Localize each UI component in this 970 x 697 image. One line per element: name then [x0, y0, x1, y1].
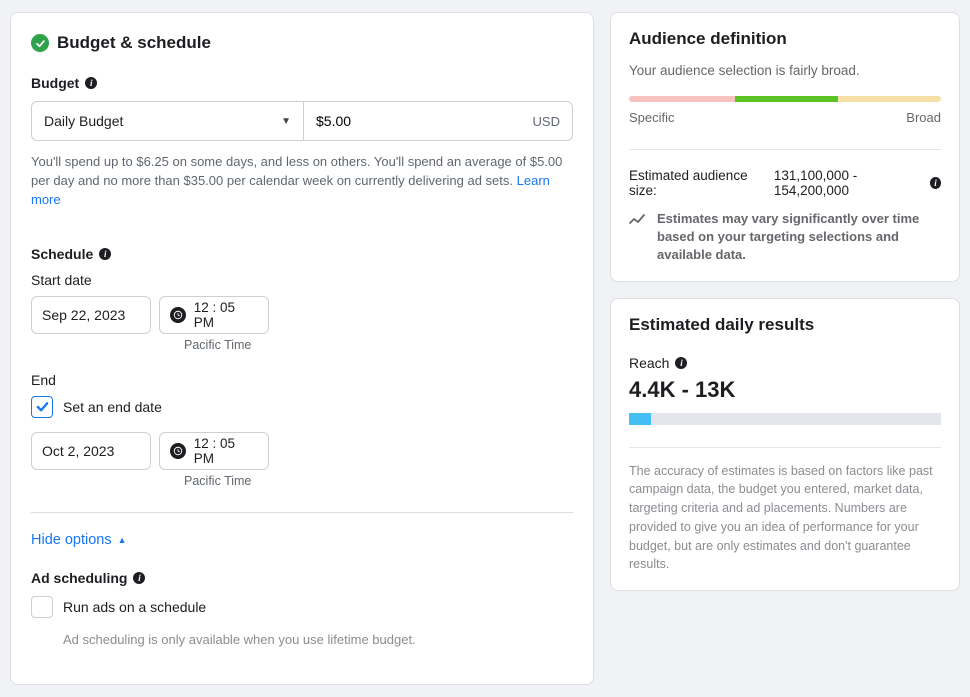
info-icon[interactable]: i: [930, 177, 941, 189]
audience-size-line: Estimated audience size: 131,100,000 - 1…: [629, 149, 941, 198]
set-end-date-row: Set an end date: [31, 396, 573, 418]
start-time-input[interactable]: 12 : 05 PM: [159, 296, 269, 334]
audience-range-bar: [629, 96, 941, 102]
budget-section: Budget i Daily Budget ▼ USD You'll spend…: [31, 75, 573, 210]
range-labels: Specific Broad: [629, 110, 941, 125]
clock-icon: [170, 443, 186, 459]
panel-header: Budget & schedule: [31, 33, 573, 53]
vary-note: Estimates may vary significantly over ti…: [629, 210, 941, 265]
clock-icon: [170, 307, 186, 323]
broad-label: Broad: [906, 110, 941, 125]
end-time-input[interactable]: 12 : 05 PM: [159, 432, 269, 470]
set-end-date-label: Set an end date: [63, 399, 162, 415]
schedule-label: Schedule i: [31, 246, 573, 262]
range-specific-segment: [629, 96, 735, 102]
start-date-row: Sep 22, 2023 12 : 05 PM: [31, 296, 573, 334]
currency-label: USD: [533, 114, 560, 129]
info-icon[interactable]: i: [675, 357, 687, 369]
range-broad-segment: [838, 96, 941, 102]
budget-amount-field[interactable]: [316, 113, 533, 129]
range-mid-segment: [735, 96, 838, 102]
run-schedule-row: Run ads on a schedule: [31, 596, 573, 618]
ad-scheduling-label: Ad scheduling i: [31, 570, 573, 586]
end-timezone: Pacific Time: [184, 474, 573, 488]
start-date-label: Start date: [31, 272, 573, 288]
panel-title: Budget & schedule: [57, 33, 211, 53]
end-label: End: [31, 372, 573, 388]
schedule-section: Schedule i Start date Sep 22, 2023 12 : …: [31, 246, 573, 488]
results-title: Estimated daily results: [629, 315, 941, 335]
check-circle-icon: [31, 34, 49, 52]
audience-definition-card: Audience definition Your audience select…: [610, 12, 960, 282]
trend-icon: [629, 212, 645, 265]
caret-down-icon: ▼: [281, 116, 291, 127]
run-schedule-label: Run ads on a schedule: [63, 599, 206, 615]
reach-value: 4.4K - 13K: [629, 377, 941, 403]
budget-helper-text: You'll spend up to $6.25 on some days, a…: [31, 153, 573, 210]
accuracy-note: The accuracy of estimates is based on fa…: [629, 447, 941, 575]
audience-title: Audience definition: [629, 29, 941, 49]
budget-label: Budget i: [31, 75, 573, 91]
budget-schedule-panel: Budget & schedule Budget i Daily Budget …: [10, 12, 594, 685]
end-date-input[interactable]: Oct 2, 2023: [31, 432, 151, 470]
audience-status: Your audience selection is fairly broad.: [629, 63, 941, 78]
start-date-input[interactable]: Sep 22, 2023: [31, 296, 151, 334]
right-panel: Audience definition Your audience select…: [610, 12, 960, 685]
info-icon[interactable]: i: [85, 77, 97, 89]
budget-type-select[interactable]: Daily Budget ▼: [31, 101, 303, 141]
run-schedule-helper: Ad scheduling is only available when you…: [63, 632, 573, 647]
budget-amount-input[interactable]: USD: [303, 101, 573, 141]
reach-label-row: Reach i: [629, 355, 941, 371]
divider: [31, 512, 573, 513]
run-schedule-checkbox: [31, 596, 53, 618]
info-icon[interactable]: i: [133, 572, 145, 584]
hide-options-toggle[interactable]: Hide options ▲: [31, 532, 127, 548]
info-icon[interactable]: i: [99, 248, 111, 260]
start-timezone: Pacific Time: [184, 338, 573, 352]
set-end-date-checkbox[interactable]: [31, 396, 53, 418]
caret-up-icon: ▲: [118, 535, 127, 545]
end-date-row: Oct 2, 2023 12 : 05 PM: [31, 432, 573, 470]
budget-row: Daily Budget ▼ USD: [31, 101, 573, 141]
reach-bar-fill: [629, 413, 651, 425]
specific-label: Specific: [629, 110, 675, 125]
reach-bar: [629, 413, 941, 425]
estimated-results-card: Estimated daily results Reach i 4.4K - 1…: [610, 298, 960, 592]
